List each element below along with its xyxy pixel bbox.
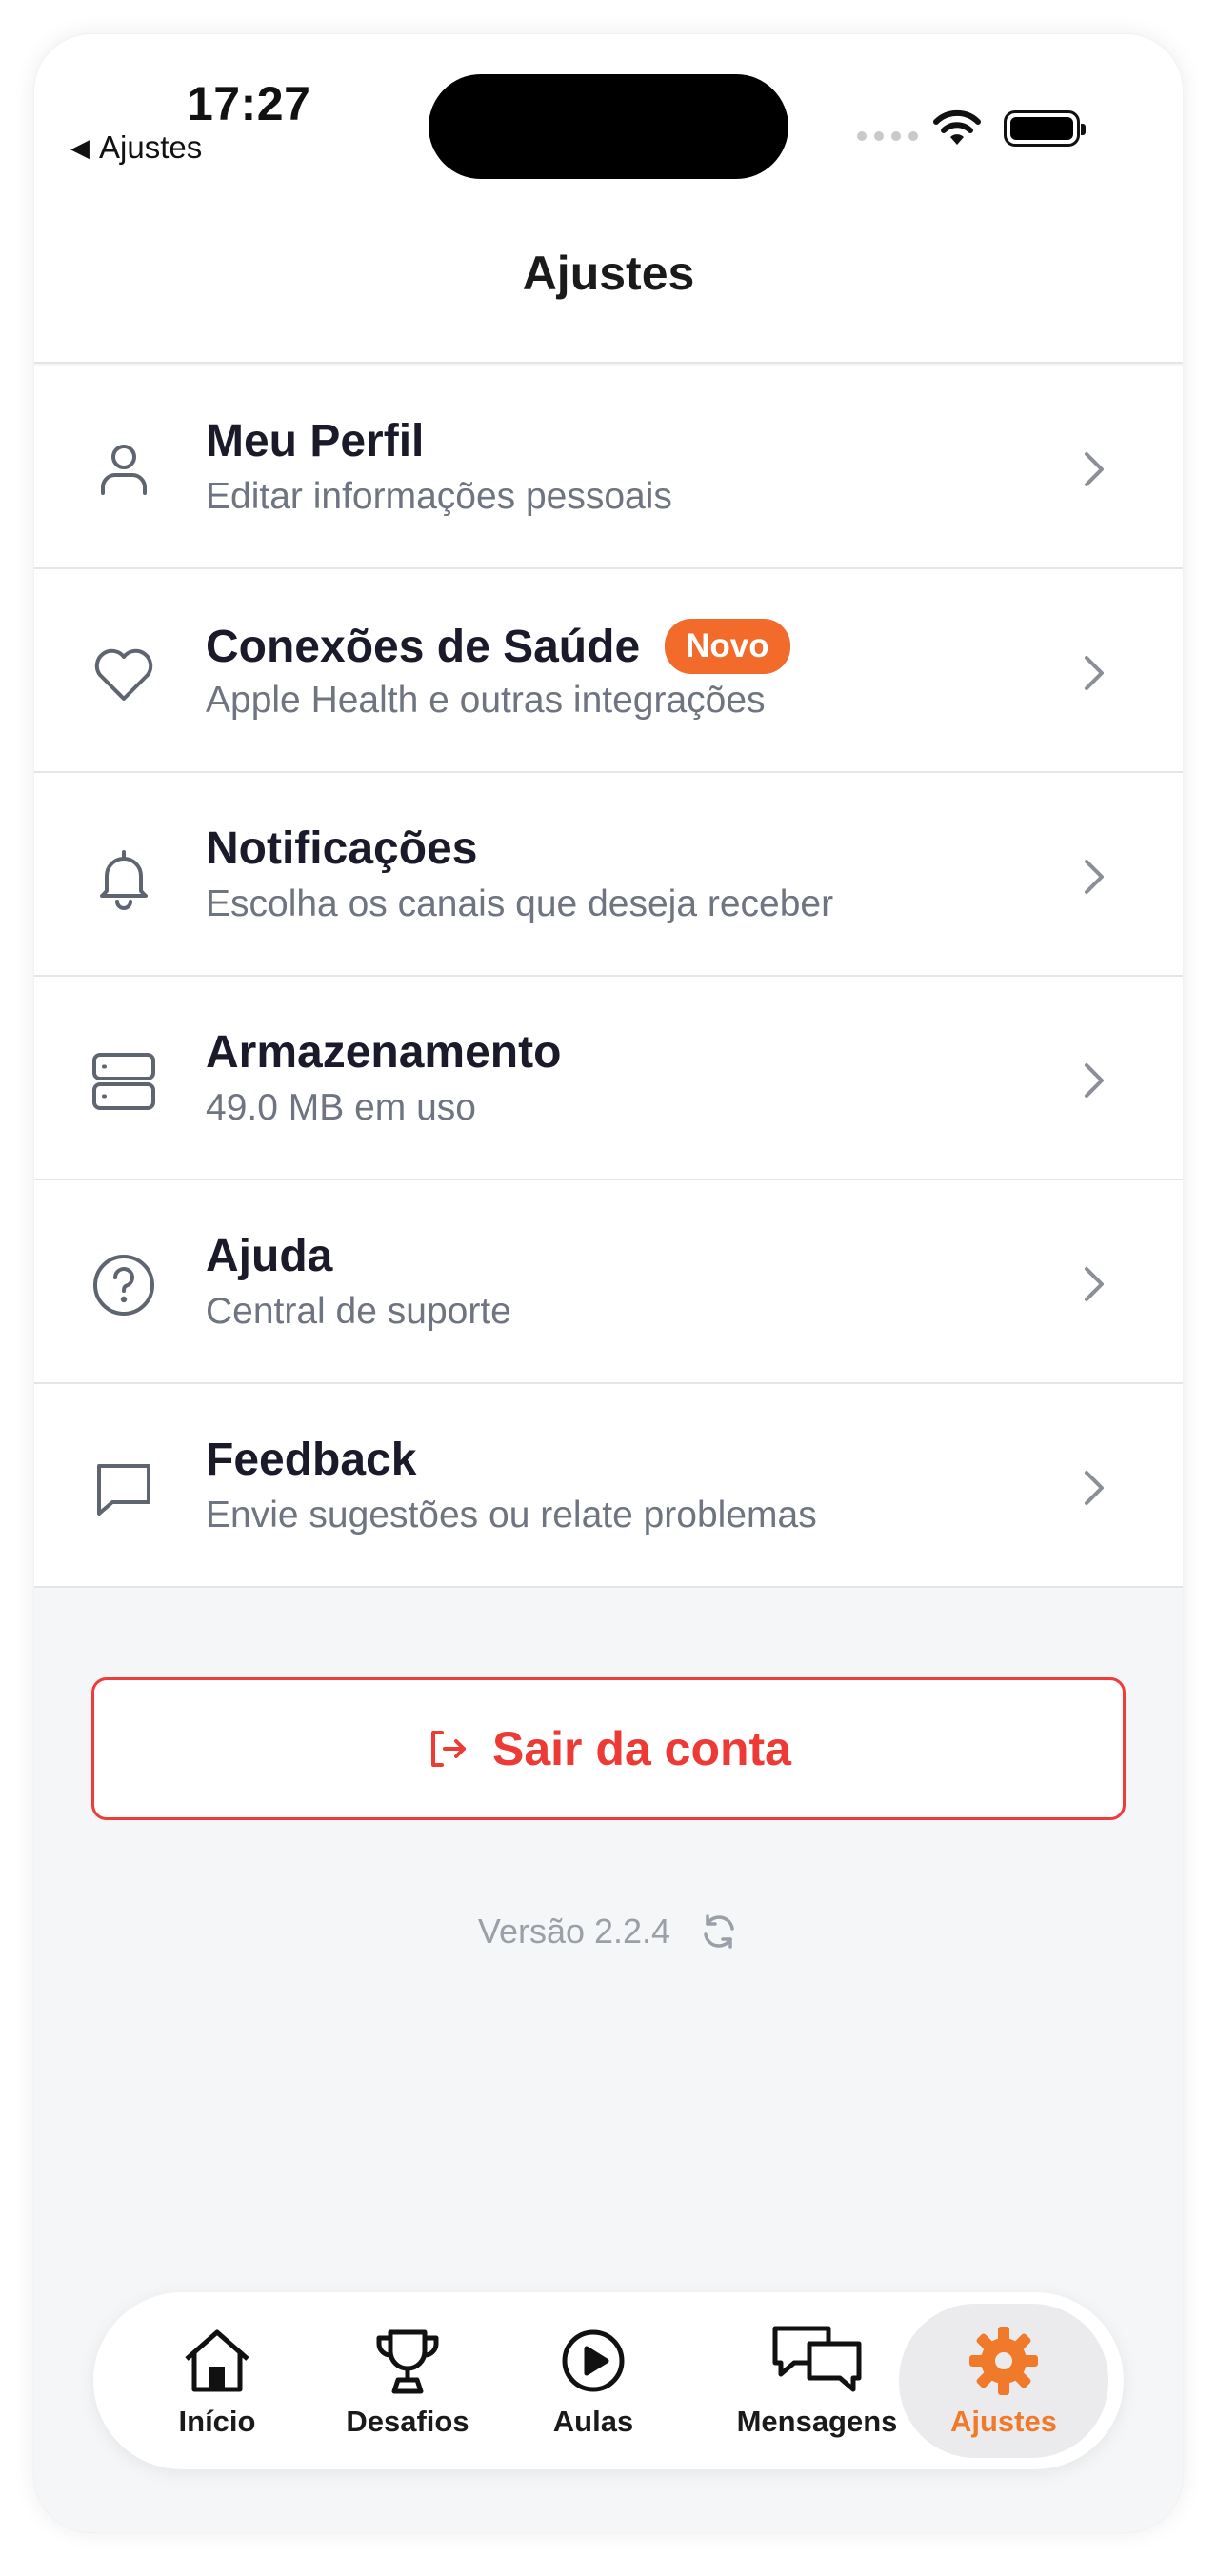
heart-icon (94, 648, 153, 701)
menu-item-meu-perfil[interactable]: Meu Perfil Editar informações pessoais (34, 366, 1183, 569)
menu-item-subtitle: Apple Health e outras integrações (206, 680, 766, 721)
menu-item-subtitle: Envie sugestões ou relate problemas (206, 1495, 817, 1536)
refresh-icon[interactable] (699, 1912, 739, 1952)
chevron-right-icon (1085, 860, 1104, 894)
chevron-right-icon (1085, 1267, 1104, 1301)
status-time: 17:27 (187, 77, 311, 130)
menu-item-subtitle: Editar informações pessoais (206, 476, 672, 517)
tab-label: Ajustes (950, 2405, 1057, 2438)
version-label: Versão 2.2.4 (477, 1912, 671, 1951)
menu-item-armazenamento[interactable]: Armazenamento 49.0 MB em uso (34, 977, 1183, 1180)
header-area: 17:27 ◀ Ajustes Ajustes (34, 34, 1183, 364)
tab-label: Aulas (552, 2405, 634, 2438)
tab-aulas[interactable]: Aulas (527, 2292, 660, 2469)
menu-item-subtitle: 49.0 MB em uso (206, 1087, 476, 1128)
menu-item-title: Conexões de Saúde (206, 621, 641, 672)
chevron-right-icon (1085, 1063, 1104, 1098)
wifi-icon (933, 109, 981, 145)
menu-item-title: Meu Perfil (206, 416, 425, 466)
menu-item-ajuda[interactable]: Ajuda Central de suporte (34, 1180, 1183, 1384)
tab-ajustes[interactable]: Ajustes (899, 2304, 1108, 2458)
menu-item-subtitle: Escolha os canais que deseja receber (206, 883, 834, 924)
tab-label: Desafios (346, 2405, 469, 2438)
bottom-tab-bar: Início Desafios Aulas Mensagens Ajustes (93, 2292, 1124, 2469)
menu-item-title: Armazenamento (206, 1027, 562, 1078)
new-badge: Novo (665, 619, 790, 674)
user-icon (101, 445, 147, 495)
logout-button[interactable]: Sair da conta (91, 1677, 1126, 1820)
logout-label: Sair da conta (492, 1722, 791, 1775)
chevron-right-icon (1085, 452, 1104, 486)
chevron-right-icon (1085, 656, 1104, 690)
phone-screen: 17:27 ◀ Ajustes Ajustes Meu Perfil Edita… (34, 34, 1183, 2532)
logout-icon (431, 1731, 466, 1767)
battery-icon (1004, 110, 1086, 147)
chat-icon (772, 2326, 862, 2392)
menu-item-title: Notificações (206, 823, 478, 874)
settings-menu: Meu Perfil Editar informações pessoais C… (34, 366, 1183, 1588)
menu-item-feedback[interactable]: Feedback Envie sugestões ou relate probl… (34, 1384, 1183, 1588)
back-link-label: Ajustes (99, 129, 203, 165)
menu-item-conexoes-saude[interactable]: Conexões de Saúde Novo Apple Health e ou… (34, 569, 1183, 773)
tab-mensagens[interactable]: Mensagens (712, 2292, 922, 2469)
back-arrow-icon: ◀ (70, 132, 90, 162)
trophy-icon (376, 2329, 439, 2394)
menu-item-title: Ajuda (206, 1231, 333, 1281)
bell-icon (100, 850, 148, 910)
home-icon (185, 2329, 249, 2392)
dynamic-island (429, 74, 788, 179)
signal-icon (857, 131, 918, 141)
back-to-settings-link[interactable]: ◀ Ajustes (70, 129, 202, 166)
tab-inicio[interactable]: Início (150, 2292, 284, 2469)
chevron-right-icon (1085, 1471, 1104, 1505)
help-icon (93, 1255, 154, 1316)
tab-desafios[interactable]: Desafios (331, 2292, 484, 2469)
play-icon (562, 2329, 625, 2392)
version-row: Versão 2.2.4 (34, 1912, 1183, 1952)
menu-item-notificacoes[interactable]: Notificações Escolha os canais que desej… (34, 773, 1183, 977)
storage-icon (92, 1053, 155, 1110)
message-icon (97, 1464, 150, 1516)
menu-item-title: Feedback (206, 1435, 417, 1485)
gear-icon (969, 2327, 1038, 2395)
tab-label: Início (178, 2405, 256, 2438)
page-title: Ajustes (522, 247, 695, 300)
tab-label: Mensagens (736, 2405, 898, 2438)
menu-item-subtitle: Central de suporte (206, 1291, 511, 1332)
